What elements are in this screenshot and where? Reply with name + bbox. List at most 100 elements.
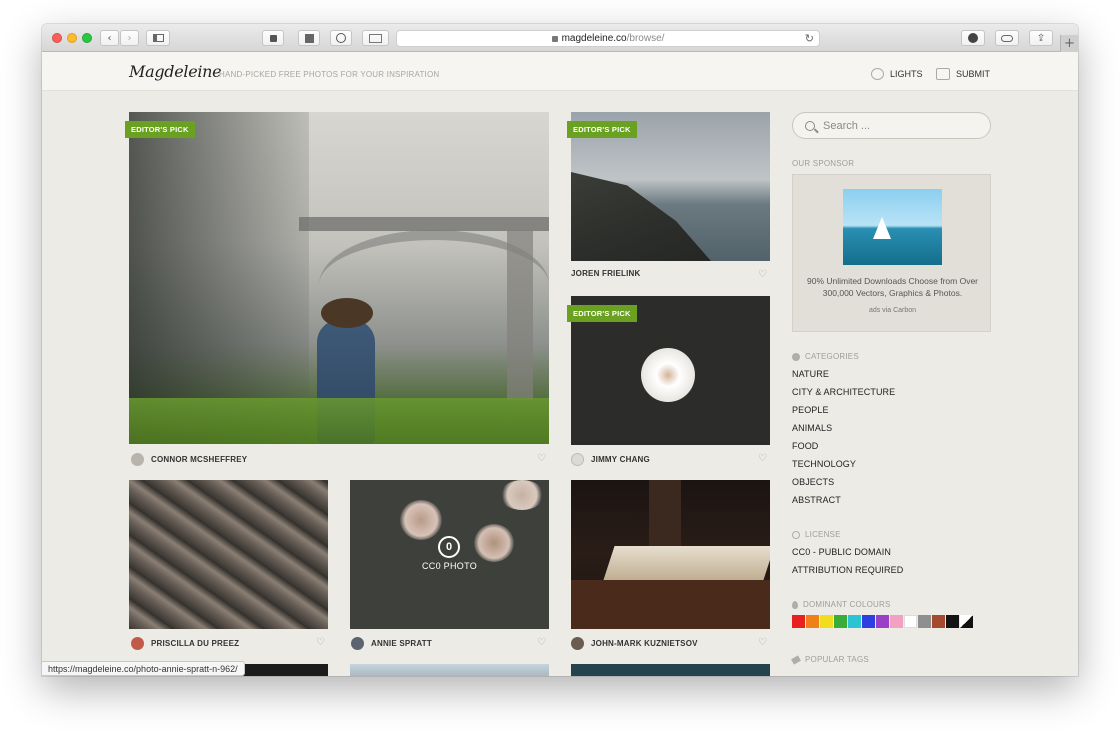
- photo-credit[interactable]: JOHN-MARK KUZNIETSOV: [571, 637, 698, 650]
- reader-extension-button[interactable]: [298, 30, 320, 46]
- lights-label: LIGHTS: [890, 69, 923, 79]
- category-objects[interactable]: OBJECTS: [792, 477, 834, 487]
- tags-heading-label: POPULAR TAGS: [805, 655, 869, 664]
- share-button[interactable]: ⇪: [1029, 30, 1053, 46]
- photo-credit[interactable]: ANNIE SPRATT: [351, 637, 432, 650]
- reload-icon[interactable]: ↻: [805, 32, 814, 45]
- drop-icon: [792, 600, 798, 609]
- back-button[interactable]: ‹: [100, 30, 119, 46]
- colour-swatch-red[interactable]: [792, 615, 805, 628]
- colour-swatch-black[interactable]: [946, 615, 959, 628]
- notes-icon: [304, 33, 314, 43]
- forward-button[interactable]: ›: [120, 30, 139, 46]
- author-avatar: [351, 637, 364, 650]
- downloads-button[interactable]: [961, 30, 985, 46]
- category-technology[interactable]: TECHNOLOGY: [792, 459, 856, 469]
- tags-heading: POPULAR TAGS: [791, 654, 869, 665]
- colour-swatch-pink[interactable]: [890, 615, 903, 628]
- photo-card-john-mark-kuznietsov[interactable]: [571, 480, 770, 629]
- screenshot-icon: [369, 33, 382, 43]
- colour-swatch-white[interactable]: [904, 615, 917, 628]
- colour-swatch-blue[interactable]: [862, 615, 875, 628]
- editors-pick-badge: EDITOR'S PICK: [567, 305, 637, 322]
- license-heading: LICENSE: [792, 530, 841, 539]
- category-abstract[interactable]: ABSTRACT: [792, 495, 841, 505]
- heart-icon[interactable]: ♡: [758, 637, 767, 648]
- colour-swatch-cyan[interactable]: [848, 615, 861, 628]
- heart-icon[interactable]: ♡: [537, 637, 546, 648]
- site-logo[interactable]: Magdeleine: [129, 62, 222, 81]
- license-attribution[interactable]: ATTRIBUTION REQUIRED: [792, 565, 903, 575]
- share-icon: ⇪: [1036, 32, 1046, 44]
- photo-card[interactable]: [571, 664, 770, 676]
- upload-icon: [936, 68, 950, 80]
- rose-shape: [400, 500, 442, 540]
- sponsor-ad[interactable]: 90% Unlimited Downloads Choose from Over…: [792, 174, 991, 332]
- photo-credit[interactable]: JIMMY CHANG: [571, 453, 650, 466]
- colour-swatch-green[interactable]: [834, 615, 847, 628]
- screenshot-stage: ‹ › magdeleine.co/browse/ ↻ ⇪ + Magdelei…: [0, 0, 1120, 737]
- author-avatar: [131, 637, 144, 650]
- site-tagline: HAND-PICKED FREE PHOTOS FOR YOUR INSPIRA…: [219, 70, 440, 79]
- sailboat-shape: [873, 217, 891, 239]
- editors-pick-badge: EDITOR'S PICK: [567, 121, 637, 138]
- colour-swatch-grey[interactable]: [918, 615, 931, 628]
- status-bar-url: https://magdeleine.co/photo-annie-spratt…: [42, 661, 245, 676]
- category-nature[interactable]: NATURE: [792, 369, 829, 379]
- author-name: JIMMY CHANG: [591, 455, 650, 464]
- editors-pick-badge: EDITOR'S PICK: [125, 121, 195, 138]
- colour-swatch-brown[interactable]: [932, 615, 945, 628]
- category-animals[interactable]: ANIMALS: [792, 423, 832, 433]
- category-people[interactable]: PEOPLE: [792, 405, 829, 415]
- close-window-button[interactable]: [52, 33, 62, 43]
- cc0-overlay-label: CC0 PHOTO: [421, 561, 478, 571]
- zoom-window-button[interactable]: [82, 33, 92, 43]
- new-tab-button[interactable]: +: [1060, 35, 1078, 52]
- search-field[interactable]: [792, 112, 991, 139]
- screenshot-extension-button[interactable]: [362, 30, 389, 46]
- author-avatar: [571, 637, 584, 650]
- colour-swatch-orange[interactable]: [806, 615, 819, 628]
- lock-icon: [551, 35, 558, 42]
- colour-swatch-black-white[interactable]: [960, 615, 973, 628]
- category-city-architecture[interactable]: CITY & ARCHITECTURE: [792, 387, 895, 397]
- license-cc0[interactable]: CC0 - PUBLIC DOMAIN: [792, 547, 891, 557]
- photo-credit[interactable]: PRISCILLA DU PREEZ: [131, 637, 239, 650]
- photo-credit[interactable]: JOREN FRIELINK: [571, 269, 640, 278]
- sidebar-icon: [152, 34, 164, 42]
- browser-window: ‹ › magdeleine.co/browse/ ↻ ⇪ + Magdelei…: [42, 24, 1078, 676]
- info-extension-button[interactable]: [330, 30, 352, 46]
- search-input[interactable]: [823, 119, 973, 132]
- photo-card-annie-spratt[interactable]: 0 CC0 PHOTO: [350, 480, 549, 629]
- chevron-right-icon: ›: [127, 32, 132, 44]
- lights-toggle[interactable]: LIGHTS: [871, 68, 923, 80]
- categories-heading-label: CATEGORIES: [805, 352, 859, 361]
- category-food[interactable]: FOOD: [792, 441, 818, 451]
- cliff-shape: [129, 112, 309, 444]
- heart-icon[interactable]: ♡: [316, 637, 325, 648]
- grass-shape: [129, 398, 549, 444]
- photo-card-priscilla-du-preez[interactable]: [129, 480, 328, 629]
- url-host: magdeleine.co: [561, 33, 627, 44]
- mountain-shape: [571, 172, 711, 261]
- photo-card-connor-mcsheffrey[interactable]: [129, 112, 549, 444]
- icloud-tabs-button[interactable]: [995, 30, 1019, 46]
- heart-icon[interactable]: ♡: [758, 269, 767, 280]
- sidebar-toggle-button[interactable]: [146, 30, 170, 46]
- photo-card[interactable]: [350, 664, 549, 676]
- bridge-deck-shape: [299, 217, 549, 231]
- submit-link[interactable]: SUBMIT: [936, 68, 990, 80]
- address-bar[interactable]: magdeleine.co/browse/ ↻: [396, 30, 820, 47]
- lightbulb-icon: [871, 68, 884, 80]
- site-header: Magdeleine HAND-PICKED FREE PHOTOS FOR Y…: [42, 52, 1078, 91]
- photo-credit[interactable]: CONNOR MCSHEFFREY: [131, 453, 247, 466]
- minimize-window-button[interactable]: [67, 33, 77, 43]
- colour-swatch-purple[interactable]: [876, 615, 889, 628]
- password-extension-button[interactable]: [262, 30, 284, 46]
- colour-swatch-yellow[interactable]: [820, 615, 833, 628]
- colours-heading-label: DOMINANT COLOURS: [803, 600, 891, 609]
- heart-icon[interactable]: ♡: [758, 453, 767, 464]
- heart-icon[interactable]: ♡: [537, 453, 546, 464]
- ad-via-carbon[interactable]: ads via Carbon: [793, 307, 992, 314]
- ad-text[interactable]: 90% Unlimited Downloads Choose from Over…: [801, 275, 984, 299]
